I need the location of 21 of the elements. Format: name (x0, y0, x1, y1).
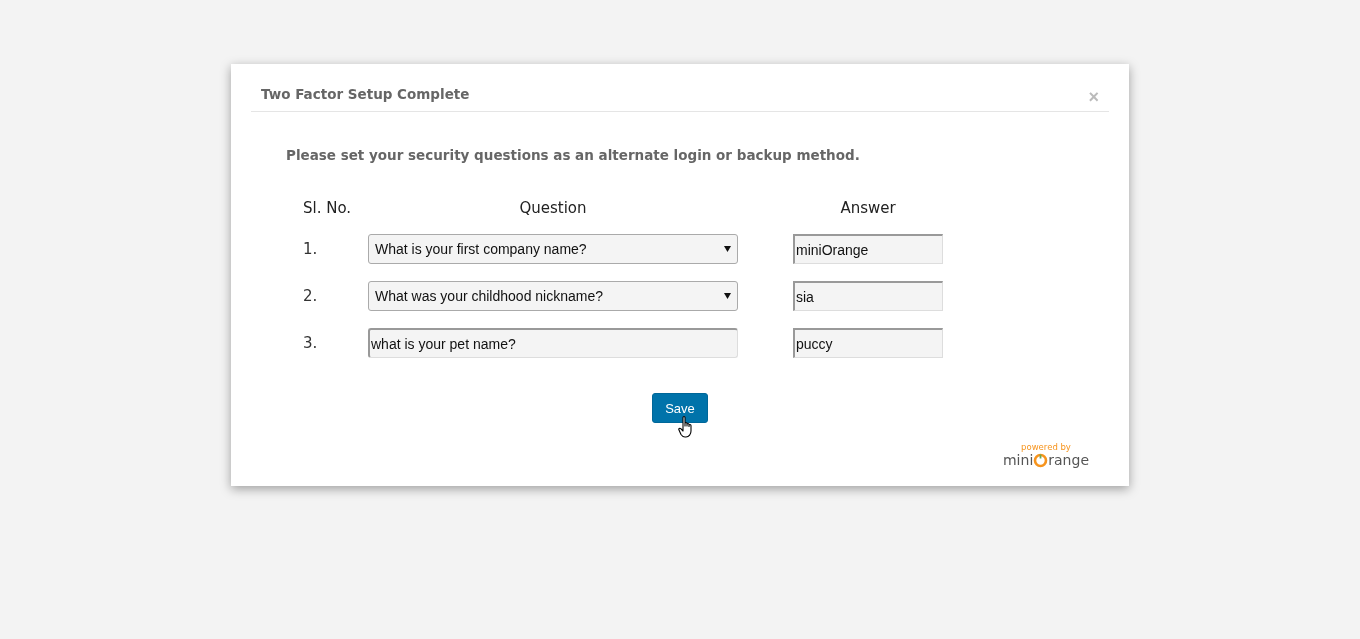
column-header: Answer (839, 199, 897, 217)
powered-by-text: powered by (1021, 442, 1071, 452)
answer-field[interactable]: miniOrange (793, 234, 943, 264)
question-dropdown[interactable]: What was your childhood nickname? (368, 281, 738, 311)
row-number: 1. (303, 240, 319, 258)
answer-field[interactable]: puccy (793, 328, 943, 358)
dialog-title: Two Factor Setup Complete (261, 86, 470, 102)
column-header: Question (518, 199, 588, 217)
caret-icon (724, 293, 731, 299)
intro-text: Please set your security questions as an alternate login or backup method. (286, 147, 861, 163)
row-number: 2. (303, 287, 319, 305)
question-dropdown[interactable]: What is your first company name? (368, 234, 738, 264)
question-field[interactable]: what is your pet name? (368, 328, 738, 358)
answer-field[interactable]: sia (793, 281, 943, 311)
row-number: 3. (303, 334, 319, 352)
logo-text: mini (1003, 452, 1034, 468)
save-button[interactable]: Save (652, 393, 708, 423)
logo-ring-icon (1033, 452, 1049, 468)
caret-icon (724, 246, 731, 252)
logo-text: range (1048, 452, 1089, 468)
column-header: Sl. No. (303, 199, 353, 217)
